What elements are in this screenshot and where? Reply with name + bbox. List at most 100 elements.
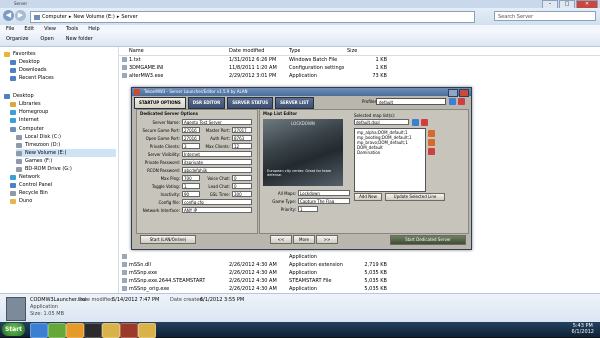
- column-name[interactable]: Name: [129, 47, 144, 55]
- field-input-2[interactable]: 12: [232, 143, 252, 149]
- field-input-2[interactable]: 0: [232, 183, 252, 189]
- sidebar-item-control-panel[interactable]: Control Panel: [10, 181, 52, 189]
- breadcrumb-computer[interactable]: Computer: [42, 14, 67, 20]
- delete-profile-icon[interactable]: [458, 98, 465, 105]
- field-input-2[interactable]: 0: [232, 175, 252, 181]
- priority-select[interactable]: 1: [298, 206, 318, 212]
- field-input[interactable]: Internet: [182, 151, 252, 157]
- table-row[interactable]: mSSnp.exe.2644.STEAMSTART 2/26/2012 4:30 …: [119, 277, 600, 285]
- column-date-modified[interactable]: Date modified: [229, 47, 264, 55]
- field-input[interactable]: 700: [182, 175, 200, 181]
- sidebar-item-new-volume-e[interactable]: New Volume (E:): [16, 149, 116, 157]
- search-input[interactable]: Search Server: [494, 11, 596, 21]
- recent-icon: [10, 75, 16, 81]
- sidebar-item-bd-rom-drive-g[interactable]: BD-ROM Drive (G:): [16, 165, 72, 173]
- table-row[interactable]: alterMW3.exe 2/29/2012 3:01 PM Application…: [119, 72, 600, 80]
- start-lan-online-button[interactable]: Start (LAN/Online): [140, 235, 196, 244]
- map-list-box[interactable]: mp_alpha;DOM_default;1 mp_bootleg;DOM_def…: [354, 128, 426, 192]
- tab-dsr-editor[interactable]: DSR EDITOR: [187, 97, 226, 109]
- field-input[interactable]: 27016: [182, 135, 200, 141]
- field-input[interactable]: config.cfg: [182, 199, 252, 205]
- menu-edit[interactable]: Edit: [24, 25, 34, 33]
- table-row[interactable]: mSSnp_orig.exe 2/26/2012 4:30 AM Applicati…: [119, 285, 600, 293]
- prev-page-button[interactable]: <<: [270, 235, 292, 244]
- sidebar-item-desktop[interactable]: Desktop: [4, 92, 34, 100]
- start-button[interactable]: Start: [2, 323, 25, 336]
- move-down-icon[interactable]: [428, 139, 435, 146]
- sidebar-item-recycle-bin[interactable]: Recycle Bin: [10, 189, 48, 197]
- field-input[interactable]: 27016: [182, 127, 200, 133]
- sidebar-item-favorites[interactable]: Favorites: [4, 50, 36, 58]
- next-page-button[interactable]: >>: [316, 235, 338, 244]
- selected-map-list-select[interactable]: default.dspl: [354, 119, 409, 125]
- sidebar-item-games-f[interactable]: Games (F:): [16, 157, 52, 165]
- field-input[interactable]: abcdefghijk: [182, 167, 252, 173]
- breadcrumb[interactable]: Computer ▸ New Volume (E:) ▸ Server: [30, 11, 475, 23]
- remove-line-icon[interactable]: [428, 148, 435, 155]
- save-profile-icon[interactable]: [449, 98, 456, 105]
- field-input-2[interactable]: 8763: [232, 135, 252, 141]
- field-input[interactable]: 90: [182, 191, 200, 197]
- sidebar-item-desktop[interactable]: Desktop: [10, 58, 40, 66]
- field-input[interactable]: itsprivate: [182, 159, 252, 165]
- sidebar-item-internet[interactable]: Internet: [10, 116, 39, 124]
- ie-icon[interactable]: [30, 323, 48, 338]
- move-up-icon[interactable]: [428, 130, 435, 137]
- explorer-icon[interactable]: [102, 323, 120, 338]
- breadcrumb-server[interactable]: Server: [121, 14, 137, 20]
- sidebar-item-homegroup[interactable]: Homegroup: [10, 108, 48, 116]
- table-row[interactable]: 1.txt 1/31/2012 6:26 PM Windows Batch File…: [119, 56, 600, 64]
- sidebar-item-duno[interactable]: Duno: [10, 197, 32, 205]
- table-row[interactable]: Application: [119, 253, 600, 261]
- tab-startup-options[interactable]: STARTUP OPTIONS: [134, 97, 186, 109]
- sidebar-item-recent-places[interactable]: Recent Places: [10, 74, 54, 82]
- table-row[interactable]: 3DMGAME.INI 11/8/2011 1:20 AM Configuratio…: [119, 64, 600, 72]
- sidebar-item-network[interactable]: Network: [10, 173, 40, 181]
- folder-icon[interactable]: [138, 323, 156, 338]
- utorrent-icon[interactable]: [48, 323, 66, 338]
- sidebar-item-libraries[interactable]: Libraries: [10, 100, 41, 108]
- breadcrumb-volume[interactable]: New Volume (E:): [73, 14, 114, 20]
- column-type[interactable]: Type: [289, 47, 300, 55]
- system-clock[interactable]: 5:43 PM 6/1/2012: [572, 323, 594, 335]
- table-row[interactable]: mSSnp.exe 2/26/2012 4:30 AM Application 5,0…: [119, 269, 600, 277]
- field-input[interactable]: 3: [182, 143, 200, 149]
- field-input-2[interactable]: 300: [232, 191, 252, 197]
- menu-view[interactable]: View: [44, 25, 56, 33]
- sidebar-item-computer[interactable]: Computer: [10, 125, 44, 133]
- menu-help[interactable]: Help: [88, 25, 99, 33]
- launcher-minimize-button[interactable]: [448, 89, 458, 97]
- new-folder-button[interactable]: New folder: [66, 33, 93, 46]
- field-input[interactable]: Agentx Test Server: [182, 119, 252, 125]
- launcher-close-button[interactable]: [459, 89, 469, 97]
- sidebar-item-local-disk-c[interactable]: Local Disk (C:): [16, 133, 61, 141]
- field-input-2[interactable]: 27017: [232, 127, 252, 133]
- steam-icon[interactable]: [84, 323, 102, 338]
- save-map-list-icon[interactable]: [412, 119, 419, 126]
- profiles-select[interactable]: default: [376, 98, 446, 105]
- menu-tools[interactable]: Tools: [66, 25, 78, 33]
- table-row[interactable]: mSSn.dll 2/26/2012 4:30 AM Application ext…: [119, 261, 600, 269]
- delete-map-list-icon[interactable]: [421, 119, 428, 126]
- column-size[interactable]: Size: [347, 47, 357, 55]
- start-dedicated-server-button[interactable]: Start Dedicated Server: [390, 235, 466, 245]
- field-input[interactable]: 1: [182, 183, 200, 189]
- tab-server-status[interactable]: SERVER STATUS: [227, 97, 274, 109]
- add-new-button[interactable]: Add New: [354, 193, 382, 201]
- back-arrow-icon[interactable]: ◀: [3, 10, 14, 21]
- sidebar-item-downloads[interactable]: Downloads: [10, 66, 46, 74]
- all-maps-select[interactable]: Lockdown: [298, 190, 350, 196]
- organize-button[interactable]: Organize: [6, 33, 28, 46]
- sidebar-item-timezoon-d[interactable]: Timezoon (D:): [16, 141, 60, 149]
- more-button[interactable]: More: [293, 235, 315, 244]
- media-icon[interactable]: [66, 323, 84, 338]
- forward-arrow-icon[interactable]: ▶: [15, 10, 26, 21]
- menu-file[interactable]: File: [6, 25, 14, 33]
- game-type-select[interactable]: Capture The Flag: [298, 198, 350, 204]
- map-list-item[interactable]: Domination: [357, 150, 380, 155]
- tab-server-list[interactable]: SERVER LIST: [275, 97, 314, 109]
- mw3-icon[interactable]: [120, 323, 138, 338]
- open-button[interactable]: Open: [40, 33, 53, 46]
- update-selected-line-button[interactable]: Update Selected Line: [385, 193, 445, 201]
- field-input[interactable]: ANY IP: [182, 207, 252, 213]
